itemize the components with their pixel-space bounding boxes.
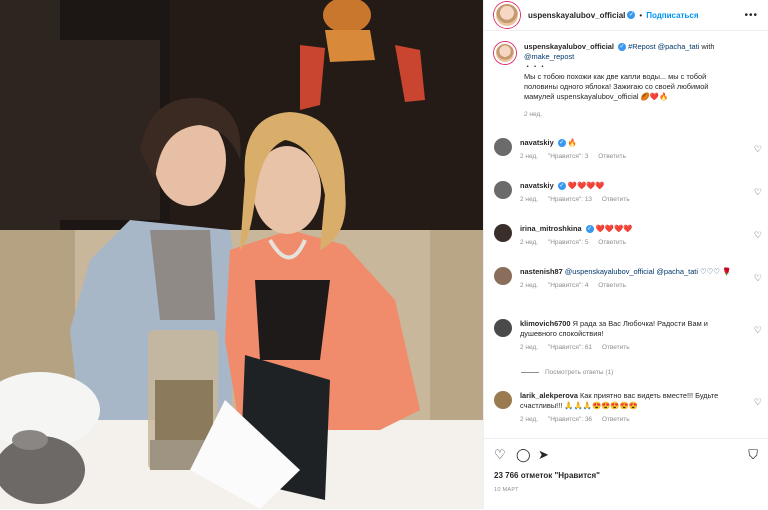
comments-list: uspenskayalubov_official ✓ #Repost @pach… [484, 38, 768, 438]
post-date[interactable]: 10 МАРТ [494, 487, 519, 493]
comment-body: klimovich6700 Я рада за Вас Любочка! Рад… [520, 319, 735, 353]
reply-button[interactable]: Ответить [602, 344, 630, 351]
commenter-avatar[interactable] [494, 319, 512, 337]
comment-time: 2 нед. [520, 282, 539, 289]
photo-image [0, 0, 483, 509]
make-repost-link[interactable]: @make_repost [524, 52, 574, 61]
reply-button[interactable]: Ответить [598, 153, 626, 160]
commenter-username[interactable]: klimovich6700 [520, 319, 571, 328]
comment-text: 🔥 [567, 138, 578, 147]
comment-item: navatskiy ✓ 🔥 2 нед. "Нравится": 3 Ответ… [484, 138, 768, 162]
view-replies-label: Посмотреть ответы (1) [545, 369, 614, 376]
verified-badge-icon: ✓ [627, 11, 636, 19]
comment-body: navatskiy ✓ 🔥 2 нед. "Нравится": 3 Ответ… [520, 138, 735, 162]
bookmark-icon[interactable]: ⛉ [748, 447, 758, 463]
comment-like-heart-icon[interactable]: ♡ [754, 325, 762, 336]
comment-likes[interactable]: "Нравится": 36 [548, 416, 592, 423]
comment-likes[interactable]: "Нравится": 13 [548, 196, 592, 203]
heart-icon[interactable]: ♡ [494, 447, 506, 463]
comment-time: 2 нед. [520, 239, 539, 246]
repost-user-link[interactable]: @pacha_tati [658, 42, 700, 51]
comment-likes[interactable]: "Нравится": 3 [548, 153, 589, 160]
comment-body: navatskiy ✓ ❤️❤️❤️❤️ 2 нед. "Нравится": … [520, 181, 735, 205]
comment-meta: 2 нед. "Нравится": 4 Ответить [520, 281, 735, 291]
follow-button[interactable]: Подписаться [646, 11, 698, 20]
comment-item: nastenish87 @uspenskayalubov_official @p… [484, 267, 768, 291]
comment-like-heart-icon[interactable]: ♡ [754, 144, 762, 155]
commenter-avatar[interactable] [494, 224, 512, 242]
comment-item: navatskiy ✓ ❤️❤️❤️❤️ 2 нед. "Нравится": … [484, 181, 768, 205]
replies-line [521, 371, 539, 373]
comment-meta: 2 нед. "Нравится": 36 Ответить [520, 415, 735, 425]
caption-body: Мы с тобою похожи как две капли воды... … [524, 72, 709, 101]
repost-hashtag[interactable]: #Repost [628, 42, 656, 51]
comment-item: irina_mitroshkina ✓ ❤️❤️❤️❤️ 2 нед. "Нра… [484, 224, 768, 248]
verified-badge-icon: ✓ [557, 139, 566, 148]
likes-count[interactable]: 23 766 отметок "Нравится" [494, 471, 600, 480]
caption-meta: 2 нед. [524, 110, 739, 120]
commenter-username[interactable]: nastenish87 [520, 267, 563, 276]
commenter-username[interactable]: irina_mitroshkina [520, 224, 582, 233]
caption-username[interactable]: uspenskayalubov_official [524, 42, 614, 51]
comment-like-heart-icon[interactable]: ♡ [754, 187, 762, 198]
comment-text: ❤️❤️❤️❤️ [595, 224, 633, 233]
comment-item: klimovich6700 Я рада за Вас Любочка! Рад… [484, 319, 768, 353]
post-sidebar: uspenskayalubov_official ✓ • Подписаться… [483, 0, 768, 509]
comment-like-heart-icon[interactable]: ♡ [754, 397, 762, 408]
author-username[interactable]: uspenskayalubov_official [528, 11, 625, 20]
verified-badge-icon: ✓ [557, 182, 566, 191]
comment-likes[interactable]: "Нравится": 4 [548, 282, 589, 289]
comment-text: ❤️❤️❤️❤️ [567, 181, 605, 190]
commenter-avatar[interactable] [494, 391, 512, 409]
view-replies-button[interactable]: Посмотреть ответы (1) [521, 369, 613, 376]
caption-avatar[interactable] [494, 42, 516, 64]
comment-icon[interactable]: ◯ [516, 447, 531, 463]
comment-like-heart-icon[interactable]: ♡ [754, 273, 762, 284]
commenter-avatar[interactable] [494, 181, 512, 199]
reply-button[interactable]: Ответить [602, 196, 630, 203]
commenter-avatar[interactable] [494, 267, 512, 285]
caption-text: uspenskayalubov_official ✓ #Repost @pach… [524, 42, 739, 120]
comment-meta: 2 нед. "Нравится": 3 Ответить [520, 152, 735, 162]
verified-badge-icon: ✓ [585, 225, 594, 234]
reply-button[interactable]: Ответить [598, 239, 626, 246]
caption-time: 2 нед. [524, 111, 543, 118]
more-options-icon[interactable]: ••• [744, 10, 758, 21]
comment-meta: 2 нед. "Нравится": 61 Ответить [520, 343, 735, 353]
commenter-username[interactable]: navatskiy [520, 181, 554, 190]
verified-badge-icon: ✓ [618, 43, 627, 52]
comment-meta: 2 нед. "Нравится": 5 Ответить [520, 238, 735, 248]
caption-dots: ・・・ [524, 62, 547, 71]
post-actions: ♡ ◯ ➤ ⛉ 23 766 отметок "Нравится" 10 МАР… [484, 438, 768, 510]
post-header: uspenskayalubov_official ✓ • Подписаться… [484, 0, 768, 31]
comment-time: 2 нед. [520, 153, 539, 160]
comment-likes[interactable]: "Нравится": 61 [548, 344, 592, 351]
with-text: with [701, 42, 715, 51]
reply-button[interactable]: Ответить [598, 282, 626, 289]
comment-body: larik_alekperova Как приятно вас видеть … [520, 391, 735, 425]
commenter-username[interactable]: larik_alekperova [520, 391, 578, 400]
reply-button[interactable]: Ответить [602, 416, 630, 423]
action-icons: ♡ ◯ ➤ ⛉ [494, 447, 758, 463]
commenter-avatar[interactable] [494, 138, 512, 156]
post-photo[interactable] [0, 0, 483, 509]
comment-like-heart-icon[interactable]: ♡ [754, 230, 762, 241]
comment-meta: 2 нед. "Нравится": 13 Ответить [520, 195, 735, 205]
separator-dot: • [639, 10, 643, 20]
commenter-username[interactable]: navatskiy [520, 138, 554, 147]
comment-body: irina_mitroshkina ✓ ❤️❤️❤️❤️ 2 нед. "Нра… [520, 224, 735, 248]
comment-likes[interactable]: "Нравится": 5 [548, 239, 589, 246]
comment-time: 2 нед. [520, 344, 539, 351]
comment-item: larik_alekperova Как приятно вас видеть … [484, 391, 768, 425]
comment-body: nastenish87 @uspenskayalubov_official @p… [520, 267, 735, 291]
comment-text: @uspenskayalubov_official @pacha_tati ♡♡… [564, 267, 732, 276]
comment-time: 2 нед. [520, 416, 539, 423]
comment-time: 2 нед. [520, 196, 539, 203]
share-icon[interactable]: ➤ [538, 447, 549, 463]
instagram-post: uspenskayalubov_official ✓ • Подписаться… [0, 0, 768, 509]
author-avatar[interactable] [494, 2, 520, 28]
caption: uspenskayalubov_official ✓ #Repost @pach… [484, 42, 768, 120]
